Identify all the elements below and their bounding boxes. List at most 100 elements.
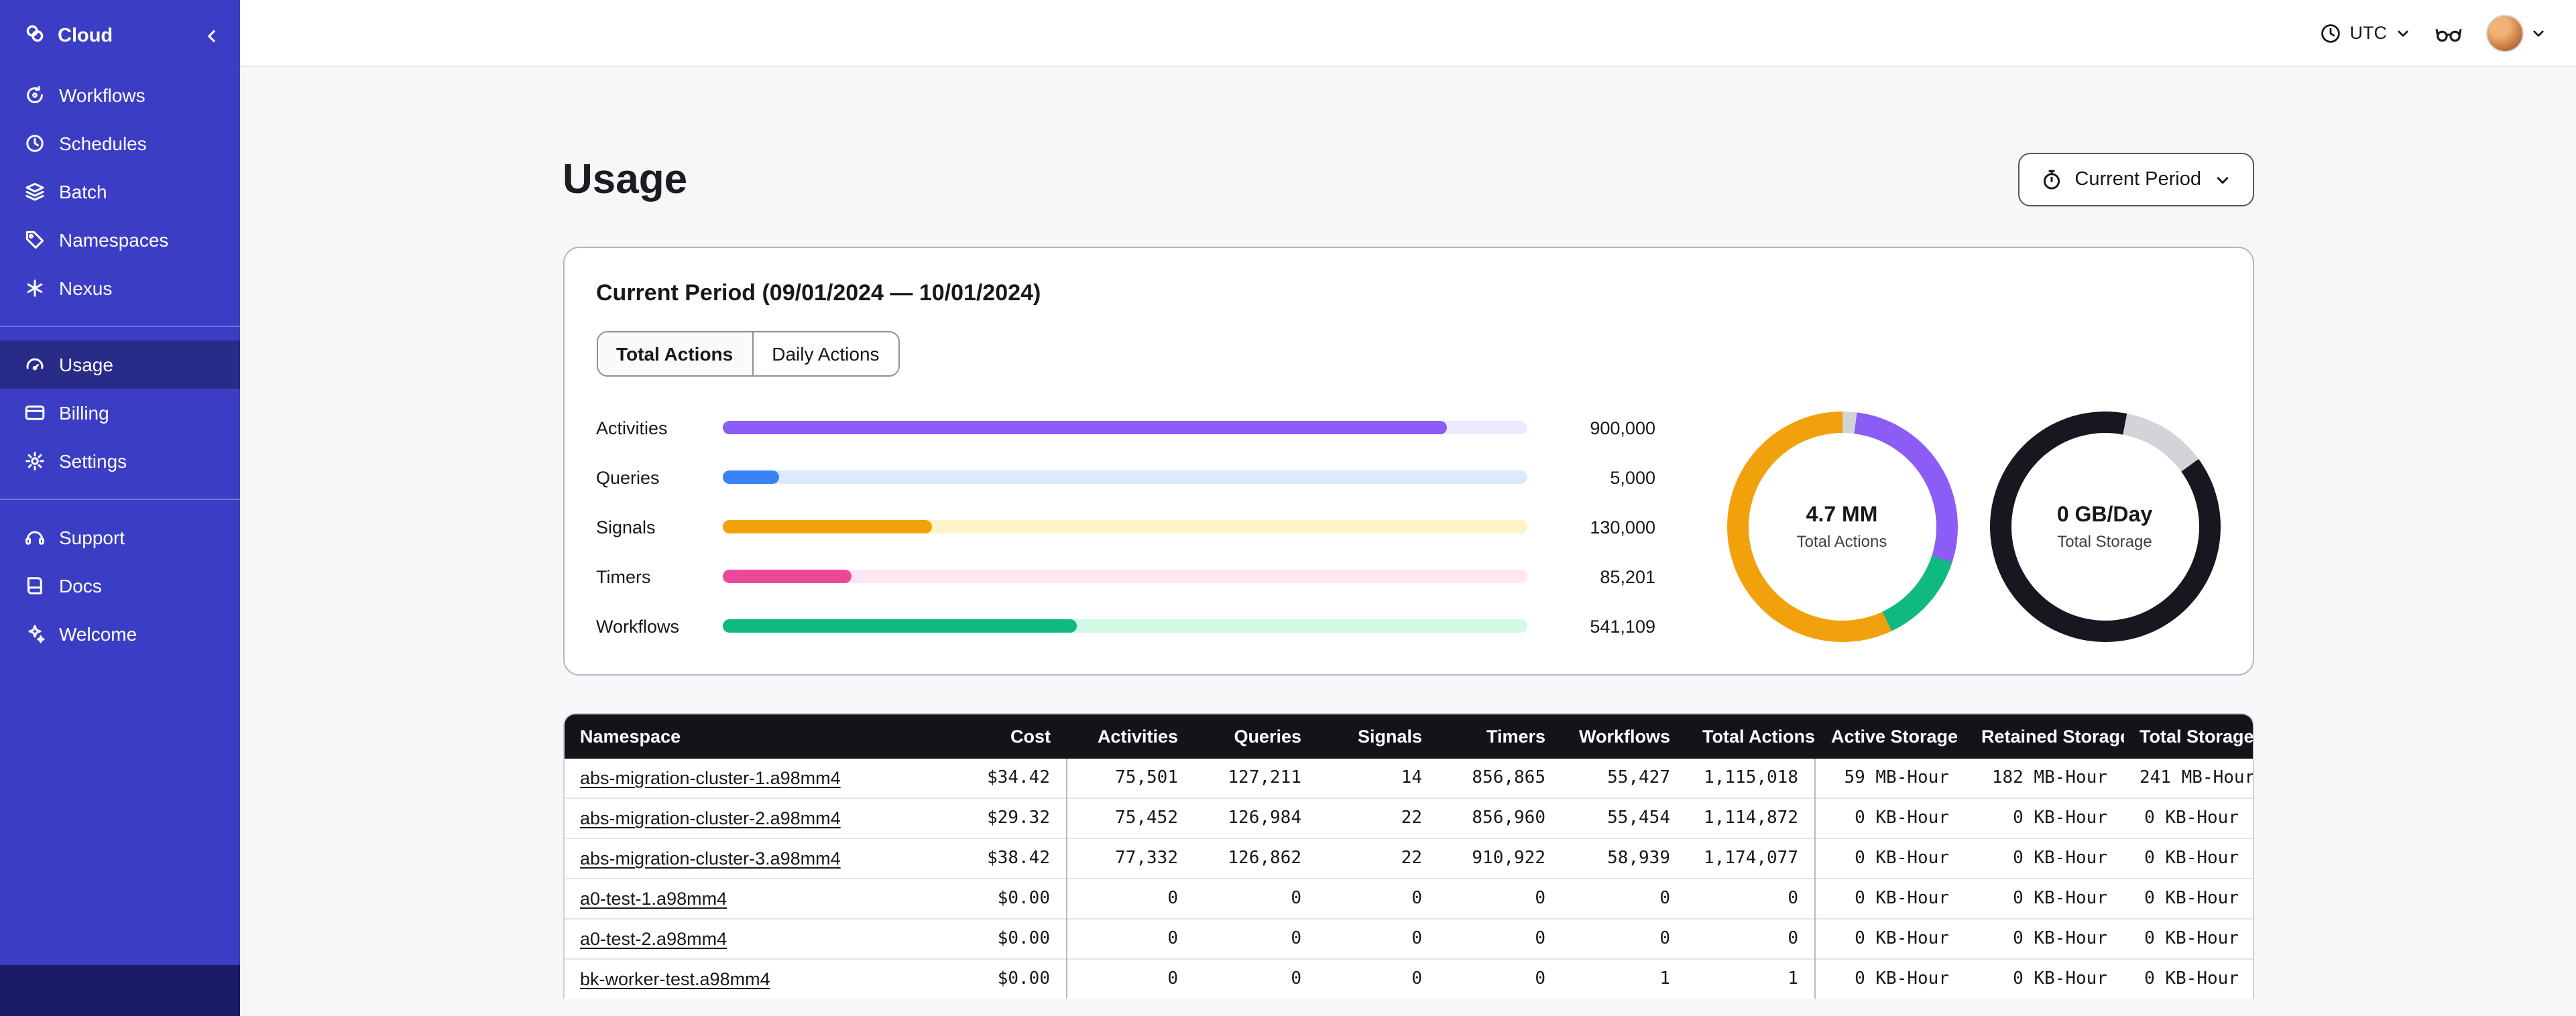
table-cell: $0.00	[939, 958, 1067, 999]
table-row: abs-migration-cluster-1.a98mm4 $34.42 75,5…	[564, 759, 2252, 798]
bar-value: 541,109	[1590, 616, 1655, 636]
table-cell: 75,501	[1066, 759, 1194, 798]
table-cell: 1,174,077	[1686, 838, 1815, 879]
bar-track	[722, 520, 1527, 533]
table-cell: 0 KB-Hour	[2123, 878, 2252, 919]
table-cell: 0 KB-Hour	[1814, 878, 1965, 919]
table-cell: 0	[1066, 918, 1194, 959]
table-cell: 1,115,018	[1704, 768, 1798, 788]
sidebar-divider	[0, 326, 240, 327]
table-cell: 0	[1686, 878, 1815, 919]
table-cell: 0	[1194, 878, 1318, 919]
table-cell: 75,452	[1066, 798, 1194, 838]
table-cell: 126,862	[1194, 838, 1318, 879]
feedback-button[interactable]	[2435, 22, 2462, 44]
namespace-usage-table: Namespace Cost Activities Queries Signals Tim…	[563, 713, 2253, 999]
table-cell: 856,960	[1438, 798, 1562, 838]
sidebar-item-nexus[interactable]: Nexus	[0, 264, 240, 312]
table-cell: 0	[1318, 878, 1438, 919]
bar-label: Queries	[596, 467, 660, 487]
namespace-link[interactable]: a0-test-1.a98mm4	[580, 889, 727, 909]
sidebar-brand: Cloud	[0, 0, 240, 71]
sidebar: Cloud Workflows Schedules Batch Namespaces N…	[0, 0, 240, 1016]
sidebar-item-docs[interactable]: Docs	[0, 562, 240, 610]
bar-value: 5,000	[1610, 467, 1655, 487]
sidebar-collapse-button[interactable]	[202, 26, 221, 45]
sidebar-item-label: Schedules	[59, 133, 147, 154]
donut-center: 4.7 MM Total Actions	[1748, 433, 1936, 621]
period-selector-button[interactable]: Current Period	[2018, 153, 2253, 206]
table-cell: 0	[1194, 918, 1318, 959]
table-cell: $29.32	[939, 798, 1067, 838]
tab-daily-actions[interactable]: Daily Actions	[752, 332, 898, 375]
sidebar-item-batch[interactable]: Batch	[0, 168, 240, 216]
usage-summary-card: Current Period (09/01/2024 — 10/01/2024)…	[563, 247, 2253, 676]
table-cell: 0 KB-Hour	[1965, 798, 2123, 838]
app-root: Cloud Workflows Schedules Batch Namespaces N…	[0, 0, 2576, 1016]
bar-row-activities: Activities 900,000	[596, 413, 1708, 442]
table-cell: 127,211	[1228, 768, 1301, 788]
table-cell: 14	[1401, 768, 1422, 788]
table-row: abs-migration-cluster-2.a98mm4 $29.32 75,4…	[564, 798, 2252, 838]
sidebar-item-label: Support	[59, 527, 125, 548]
sidebar-item-settings[interactable]: Settings	[0, 437, 240, 485]
namespace-link[interactable]: a0-test-2.a98mm4	[580, 929, 727, 949]
table-cell: 0 KB-Hour	[2123, 838, 2252, 879]
namespace-cell: abs-migration-cluster-3.a98mm4	[564, 838, 939, 879]
namespace-cell: bk-worker-test.a98mm4	[564, 958, 939, 999]
table-cell: 0	[1066, 878, 1194, 919]
namespace-cell: a0-test-1.a98mm4	[564, 878, 939, 919]
chevron-left-icon	[208, 29, 215, 42]
table-cell: 22	[1318, 838, 1438, 879]
column-header-total-actions: Total Actions	[1686, 714, 1815, 759]
sidebar-item-label: Nexus	[59, 277, 113, 299]
donut-label: Total Actions	[1796, 531, 1887, 550]
timezone-label: UTC	[2349, 23, 2388, 43]
donut-total-storage: 0 GB/Day Total Storage	[1989, 411, 2220, 642]
namespace-link[interactable]: abs-migration-cluster-2.a98mm4	[580, 808, 841, 828]
table-cell: 0 KB-Hour	[1965, 918, 2123, 959]
sidebar-item-billing[interactable]: Billing	[0, 389, 240, 437]
bar-fill	[722, 570, 851, 583]
sidebar-item-label: Welcome	[59, 623, 137, 645]
sidebar-item-workflows[interactable]: Workflows	[0, 71, 240, 119]
table-cell: 0	[1438, 958, 1562, 999]
page-header: Usage Current Period	[563, 153, 2253, 206]
bar-value: 85,201	[1600, 566, 1655, 586]
bar-fill	[722, 470, 778, 484]
table-cell: 1,114,872	[1686, 798, 1815, 838]
namespace-link[interactable]: bk-worker-test.a98mm4	[580, 969, 770, 989]
table-row: abs-migration-cluster-3.a98mm4 $38.42 77,3…	[564, 838, 2252, 879]
sidebar-item-schedules[interactable]: Schedules	[0, 119, 240, 168]
table-cell: 126,984	[1194, 798, 1318, 838]
table-cell: 0 KB-Hour	[2123, 958, 2252, 999]
table-cell: 910,922	[1438, 838, 1562, 879]
table-cell: 0	[1438, 878, 1562, 919]
sidebar-item-label: Workflows	[59, 84, 145, 106]
table-cell: $0.00	[939, 918, 1067, 959]
timezone-selector[interactable]: UTC	[2321, 22, 2412, 44]
sidebar-item-welcome[interactable]: Welcome	[0, 610, 240, 658]
namespace-cell: abs-migration-cluster-2.a98mm4	[564, 798, 939, 838]
chevron-down-icon	[2533, 29, 2544, 36]
bar-row-signals: Signals 130,000	[596, 512, 1708, 542]
table-cell: 0 KB-Hour	[2123, 918, 2252, 959]
namespace-link[interactable]: abs-migration-cluster-3.a98mm4	[580, 848, 841, 869]
nexus-icon	[24, 277, 46, 299]
table-cell: 55,454	[1562, 798, 1686, 838]
table-cell: 0 KB-Hour	[1814, 838, 1965, 879]
namespace-link[interactable]: abs-migration-cluster-1.a98mm4	[580, 768, 841, 788]
sidebar-item-support[interactable]: Support	[0, 513, 240, 562]
sidebar-item-usage[interactable]: Usage	[0, 340, 240, 389]
table-row: bk-worker-test.a98mm4 $0.00 0 0 0 0 1 1 0 KB-Hou…	[564, 958, 2252, 999]
column-header-workflows: Workflows	[1562, 714, 1686, 759]
donut-label: Total Storage	[2057, 531, 2152, 550]
bar-row-workflows: Workflows 541,109	[596, 611, 1708, 641]
tab-total-actions[interactable]: Total Actions	[597, 332, 752, 375]
sidebar-item-namespaces[interactable]: Namespaces	[0, 216, 240, 264]
table-cell: $0.00	[939, 878, 1067, 919]
account-menu[interactable]	[2486, 14, 2546, 52]
period-selector-label: Current Period	[2074, 169, 2201, 190]
avatar	[2486, 14, 2524, 52]
donut-total-actions: 4.7 MM Total Actions	[1726, 411, 1957, 642]
